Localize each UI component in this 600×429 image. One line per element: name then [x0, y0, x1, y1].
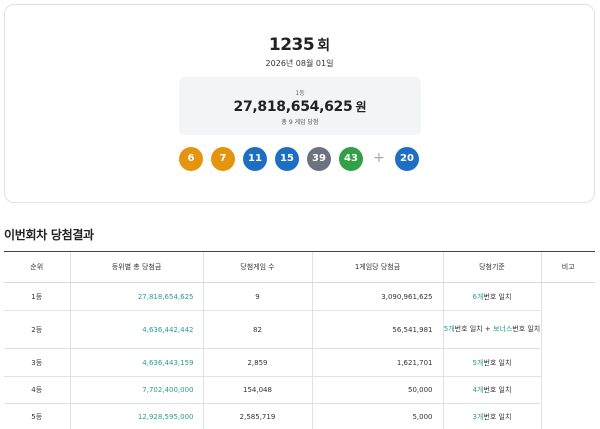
criteria-text: 번호 일치 — [483, 292, 512, 301]
total-prize-cell: 4,636,443,159 — [69, 348, 203, 377]
winning-games-cell: 154,048 — [202, 376, 312, 404]
criteria-count: 5개 — [472, 358, 484, 367]
winning-number-ball: 7 — [211, 147, 235, 171]
first-prize-amount-line: 27,818,654,625 원 — [179, 96, 421, 115]
prize-per-game-cell: 50,000 — [311, 376, 443, 404]
winning-number-ball: 15 — [275, 147, 299, 171]
column-header-criteria: 당첨기준 — [442, 251, 541, 283]
round-heading: 1235 회 — [5, 35, 594, 55]
winning-games-cell: 82 — [202, 310, 312, 349]
round-number: 1235 — [268, 35, 315, 55]
criteria-cell: 5개번호 일치 — [442, 348, 541, 377]
column-header-rank: 순위 — [4, 251, 70, 283]
winning-number-ball: 43 — [339, 147, 363, 171]
draw-summary-card: 1235 회 2026년 08월 01일 1등 27,818,654,625 원 총… — [4, 4, 595, 203]
prize-per-game-cell: 5,000 — [311, 403, 443, 429]
criteria-cell: 5개번호 일치 + 보너스번호 일치 — [442, 310, 541, 349]
rank-cell: 1등 — [4, 282, 70, 311]
section-title: 이번회차 당첨결과 — [4, 228, 94, 242]
criteria-text: 번호 일치 — [483, 413, 512, 421]
rank-cell: 4등 — [4, 376, 70, 404]
rank-cell: 5등 — [4, 403, 70, 429]
first-prize-winners: 총 9 게임 당첨 — [281, 119, 319, 126]
total-prize-cell: 7,702,400,000 — [69, 376, 203, 404]
total-prize-cell: 12,928,595,000 — [69, 403, 203, 429]
table-row: 2등 4,636,442,442 82 56,541,981 5개번호 일치 +… — [4, 310, 595, 349]
table-row: 5등 12,928,595,000 2,585,719 5,000 3개번호 일… — [4, 403, 595, 429]
criteria-cell: 6개번호 일치 — [442, 282, 541, 311]
column-header-winning-games: 당첨게임 수 — [202, 251, 312, 283]
column-header-note: 비고 — [540, 251, 595, 283]
round-suffix: 회 — [317, 38, 331, 54]
table-row: 4등 7,702,400,000 154,048 50,000 4개번호 일치 — [4, 376, 595, 404]
plus-icon: + — [373, 150, 385, 166]
winning-games-cell: 9 — [202, 282, 312, 311]
first-prize-amount: 27,818,654,625 — [233, 99, 353, 115]
criteria-count: 3개 — [472, 413, 484, 421]
rank-cell: 2등 — [4, 310, 70, 349]
criteria-count: 5개 — [443, 325, 455, 333]
results-table: 순위 등위별 총 당첨금 당첨게임 수 1게임당 당첨금 당첨기준 비고 1등 … — [4, 251, 595, 429]
prize-per-game-cell: 56,541,981 — [311, 310, 443, 349]
criteria-text: 번호 일치 — [483, 358, 512, 367]
winning-games-cell: 2,585,719 — [202, 403, 312, 429]
column-header-total-prize: 등위별 총 당첨금 — [69, 251, 203, 283]
criteria-cell: 4개번호 일치 — [442, 376, 541, 404]
rank-cell: 3등 — [4, 348, 70, 377]
note-cell — [540, 282, 595, 429]
table-row: 1등 27,818,654,625 9 3,090,961,625 6개번호 일… — [4, 282, 595, 429]
winning-number-ball: 39 — [307, 147, 331, 171]
criteria-count: 4개 — [472, 386, 484, 394]
total-prize-cell: 27,818,654,625 — [69, 282, 203, 311]
winning-number-ball: 6 — [179, 147, 203, 171]
prize-per-game-cell: 1,621,701 — [311, 348, 443, 377]
criteria-bonus: 보너스 — [492, 325, 513, 333]
winning-number-ball: 11 — [243, 147, 267, 171]
winning-games-cell: 2,859 — [202, 348, 312, 377]
criteria-text: 번호 일치 + — [454, 325, 491, 333]
column-header-prize-per-game: 1게임당 당첨금 — [311, 251, 443, 283]
table-row: 3등 4,636,443,159 2,859 1,621,701 5개번호 일치 — [4, 348, 595, 377]
total-prize-cell: 4,636,442,442 — [69, 310, 203, 349]
first-prize-unit: 원 — [355, 100, 367, 114]
first-prize-box: 1등 27,818,654,625 원 총 9 게임 당첨 — [179, 77, 421, 135]
bonus-number-ball: 20 — [395, 147, 419, 171]
criteria-cell: 3개번호 일치 — [442, 403, 541, 429]
draw-date: 2026년 08월 01일 — [265, 59, 334, 68]
criteria-text: 번호 일치 — [483, 386, 512, 394]
criteria-tail: 번호 일치 — [512, 325, 541, 333]
table-header-row: 순위 등위별 총 당첨금 당첨게임 수 1게임당 당첨금 당첨기준 비고 — [4, 251, 595, 283]
criteria-count: 6개 — [472, 292, 484, 301]
prize-per-game-cell: 3,090,961,625 — [311, 282, 443, 311]
